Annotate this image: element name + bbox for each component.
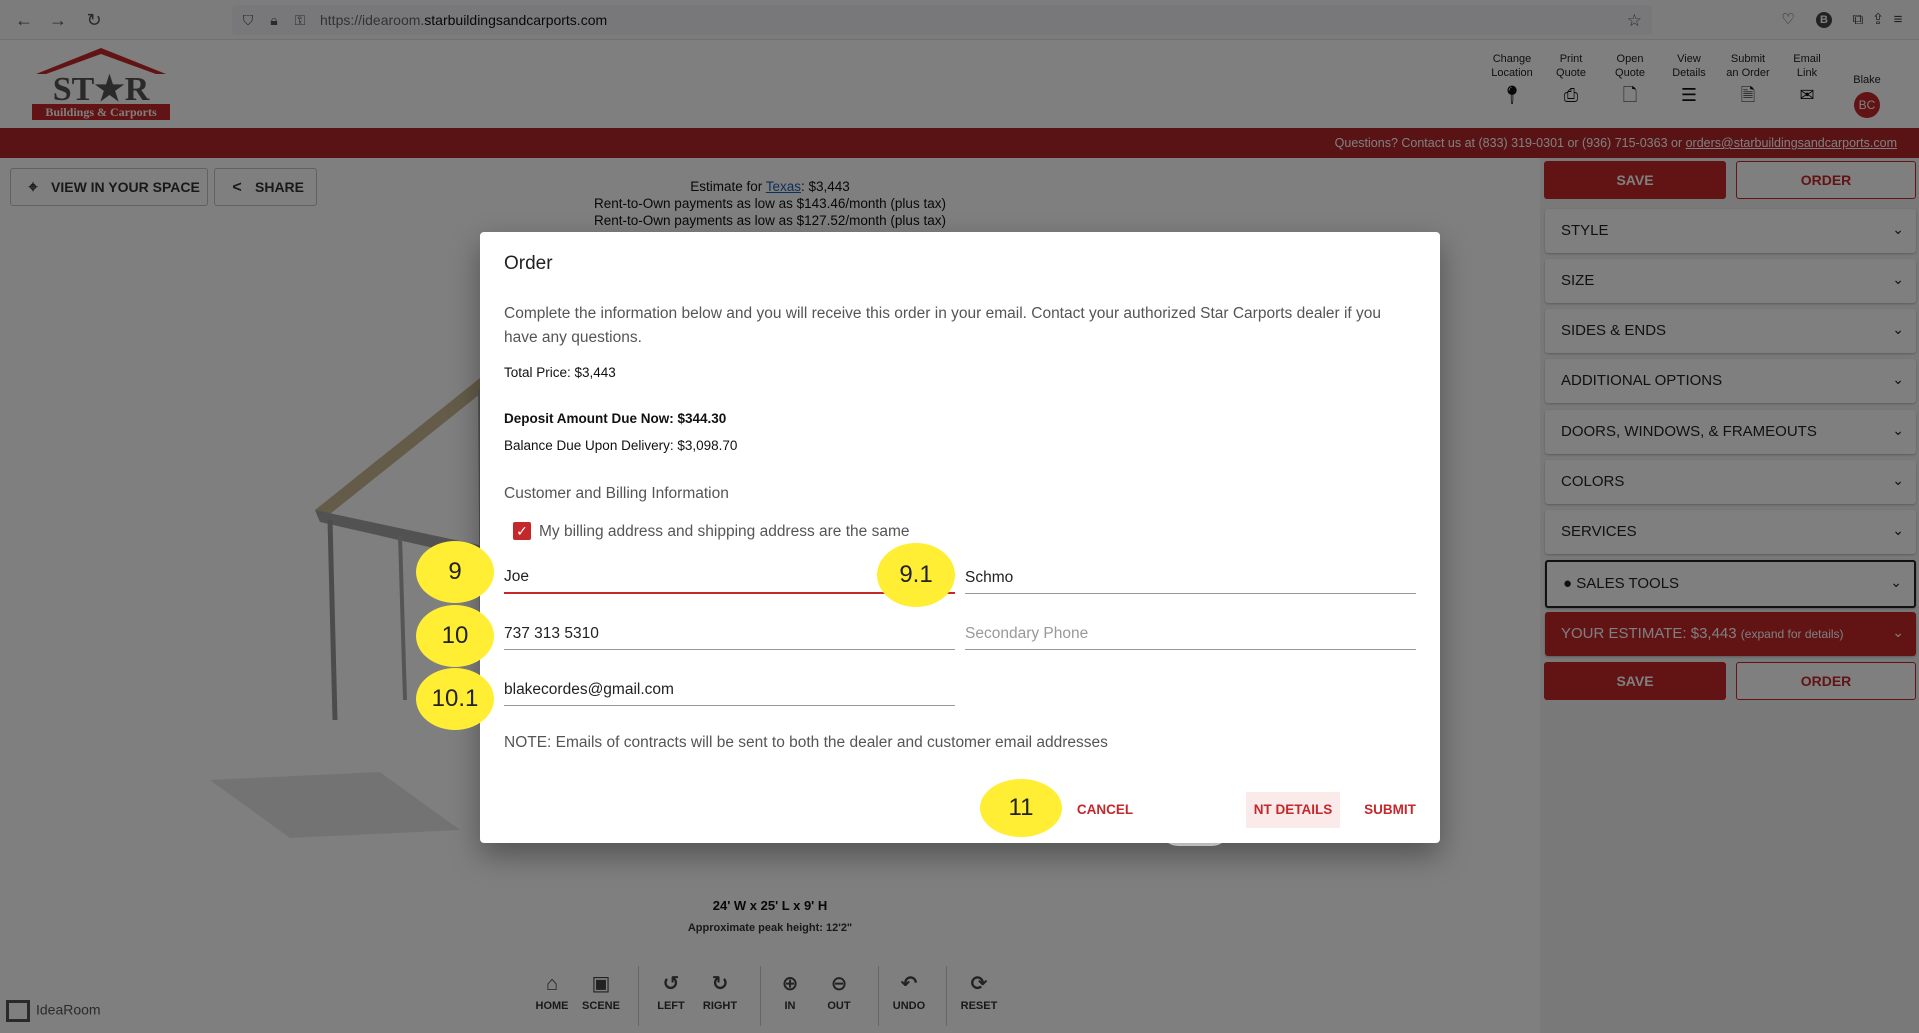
last-name-field[interactable] bbox=[965, 554, 1416, 594]
details-button[interactable]: NT DETAILS bbox=[1246, 792, 1340, 828]
secondary-phone-field[interactable] bbox=[965, 610, 1416, 650]
billing-same-checkbox[interactable]: ✓ bbox=[513, 522, 531, 540]
annotation-marker: 11 bbox=[980, 779, 1062, 837]
annotation-marker: 10.1 bbox=[416, 668, 494, 730]
last-name-input[interactable] bbox=[965, 569, 1416, 587]
email-note: NOTE: Emails of contracts will be sent t… bbox=[504, 734, 1108, 751]
submit-button[interactable]: SUBMIT bbox=[1354, 792, 1426, 828]
secondary-phone-input[interactable] bbox=[965, 625, 1416, 643]
total-price: Total Price: $3,443 bbox=[504, 365, 616, 380]
cancel-button[interactable]: CANCEL bbox=[1065, 792, 1145, 828]
annotation-marker: 10 bbox=[416, 605, 494, 667]
billing-section-title: Customer and Billing Information bbox=[504, 485, 729, 502]
order-dialog: Order Complete the information below and… bbox=[480, 232, 1440, 843]
email-input[interactable] bbox=[504, 681, 955, 699]
dialog-intro: Complete the information below and you w… bbox=[504, 305, 1382, 346]
dialog-title: Order bbox=[504, 253, 553, 274]
balance-due: Balance Due Upon Delivery: $3,098.70 bbox=[504, 438, 738, 453]
annotation-marker: 9.1 bbox=[877, 543, 955, 607]
email-field[interactable] bbox=[504, 666, 955, 706]
phone-field[interactable] bbox=[504, 610, 955, 650]
phone-input[interactable] bbox=[504, 625, 955, 643]
annotation-marker: 9 bbox=[416, 541, 494, 603]
check-icon: ✓ bbox=[516, 523, 528, 539]
deposit-amount: Deposit Amount Due Now: $344.30 bbox=[504, 411, 727, 426]
billing-same-label[interactable]: My billing address and shipping address … bbox=[539, 523, 910, 541]
